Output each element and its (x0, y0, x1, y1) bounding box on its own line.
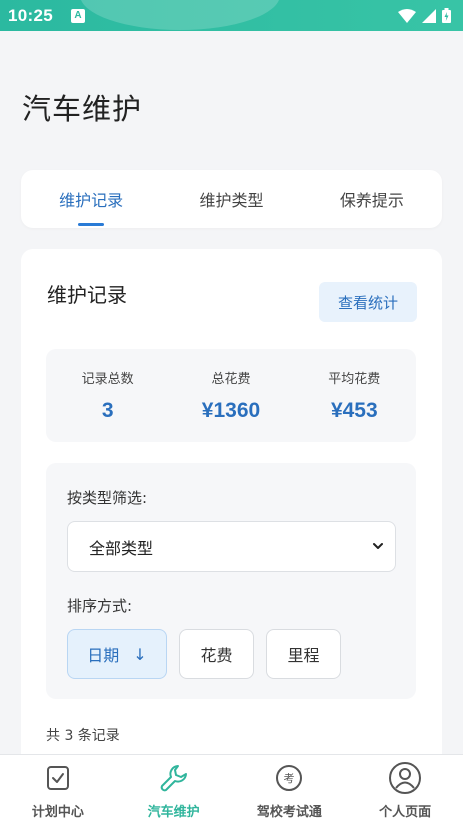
summary-total-value: 3 (101, 399, 114, 422)
nav-plan-center-label: 计划中心 (31, 805, 84, 820)
record-count: 共 3 条记录 (46, 728, 120, 744)
nav-plan-center[interactable]: 计划中心 (0, 755, 115, 820)
status-time: 10:25 (8, 5, 53, 25)
summary-average: 平均花费 ¥453 (299, 368, 409, 423)
summary-cost-label: 总花费 (211, 372, 251, 387)
sort-label: 排序方式: (67, 597, 133, 615)
view-stats-button[interactable]: 查看统计 (319, 282, 417, 322)
sort-options: 日期 ↓ 花费 里程 (67, 629, 341, 679)
signal-icon (422, 8, 436, 23)
checklist-icon (41, 761, 75, 795)
wrench-icon (157, 761, 191, 795)
nav-profile[interactable]: 个人页面 (348, 755, 463, 820)
exam-icon: 考 (272, 761, 306, 795)
status-bar-decoration (80, 0, 280, 30)
person-icon (388, 761, 422, 795)
summary-average-label: 平均花费 (328, 372, 381, 387)
tab-maintenance-types[interactable]: 维护类型 (185, 170, 277, 228)
svg-text:考: 考 (284, 772, 295, 785)
wifi-icon (398, 8, 416, 23)
notification-icon: A (70, 8, 85, 23)
summary-total-label: 记录总数 (81, 372, 134, 387)
bottom-nav: 计划中心 汽车维护 考 驾校考试通 个人页面 (0, 754, 463, 824)
status-bar: 10:25 A (0, 0, 463, 31)
sort-date-label: 日期 (87, 646, 120, 665)
summary-panel: 记录总数 3 总花费 ¥1360 平均花费 ¥453 (46, 349, 416, 442)
tab-bar: 维护记录 维护类型 保养提示 (21, 170, 442, 228)
battery-icon (442, 8, 451, 23)
nav-car-maintenance[interactable]: 汽车维护 (116, 755, 231, 820)
tab-maintenance-tips[interactable]: 保养提示 (326, 170, 418, 228)
records-card: 维护记录 查看统计 记录总数 3 总花费 ¥1360 平均花费 ¥453 按类型… (21, 249, 442, 769)
type-filter-select[interactable]: 全部类型 (67, 521, 396, 572)
sort-arrow-icon: ↓ (133, 644, 147, 664)
nav-driving-exam[interactable]: 考 驾校考试通 (232, 755, 347, 820)
nav-driving-exam-label: 驾校考试通 (256, 805, 322, 820)
summary-total: 记录总数 3 (53, 368, 163, 423)
filter-panel: 按类型筛选: 全部类型 排序方式: 日期 ↓ 花费 里程 (46, 463, 416, 699)
tab-maintenance-records[interactable]: 维护记录 (45, 170, 137, 228)
sort-by-mileage-button[interactable]: 里程 (266, 629, 341, 679)
page-title: 汽车维护 (22, 92, 143, 126)
sort-by-cost-button[interactable]: 花费 (179, 629, 254, 679)
chevron-down-icon (373, 543, 383, 549)
summary-cost-value: ¥1360 (201, 399, 261, 422)
nav-car-maintenance-label: 汽车维护 (147, 805, 200, 820)
summary-average-value: ¥453 (330, 399, 378, 422)
type-filter-value: 全部类型 (89, 538, 154, 558)
type-filter-label: 按类型筛选: (67, 489, 148, 507)
records-title: 维护记录 (47, 283, 127, 307)
summary-cost: 总花费 ¥1360 (176, 368, 286, 423)
nav-profile-label: 个人页面 (379, 805, 432, 820)
sort-by-date-button[interactable]: 日期 ↓ (67, 629, 167, 679)
